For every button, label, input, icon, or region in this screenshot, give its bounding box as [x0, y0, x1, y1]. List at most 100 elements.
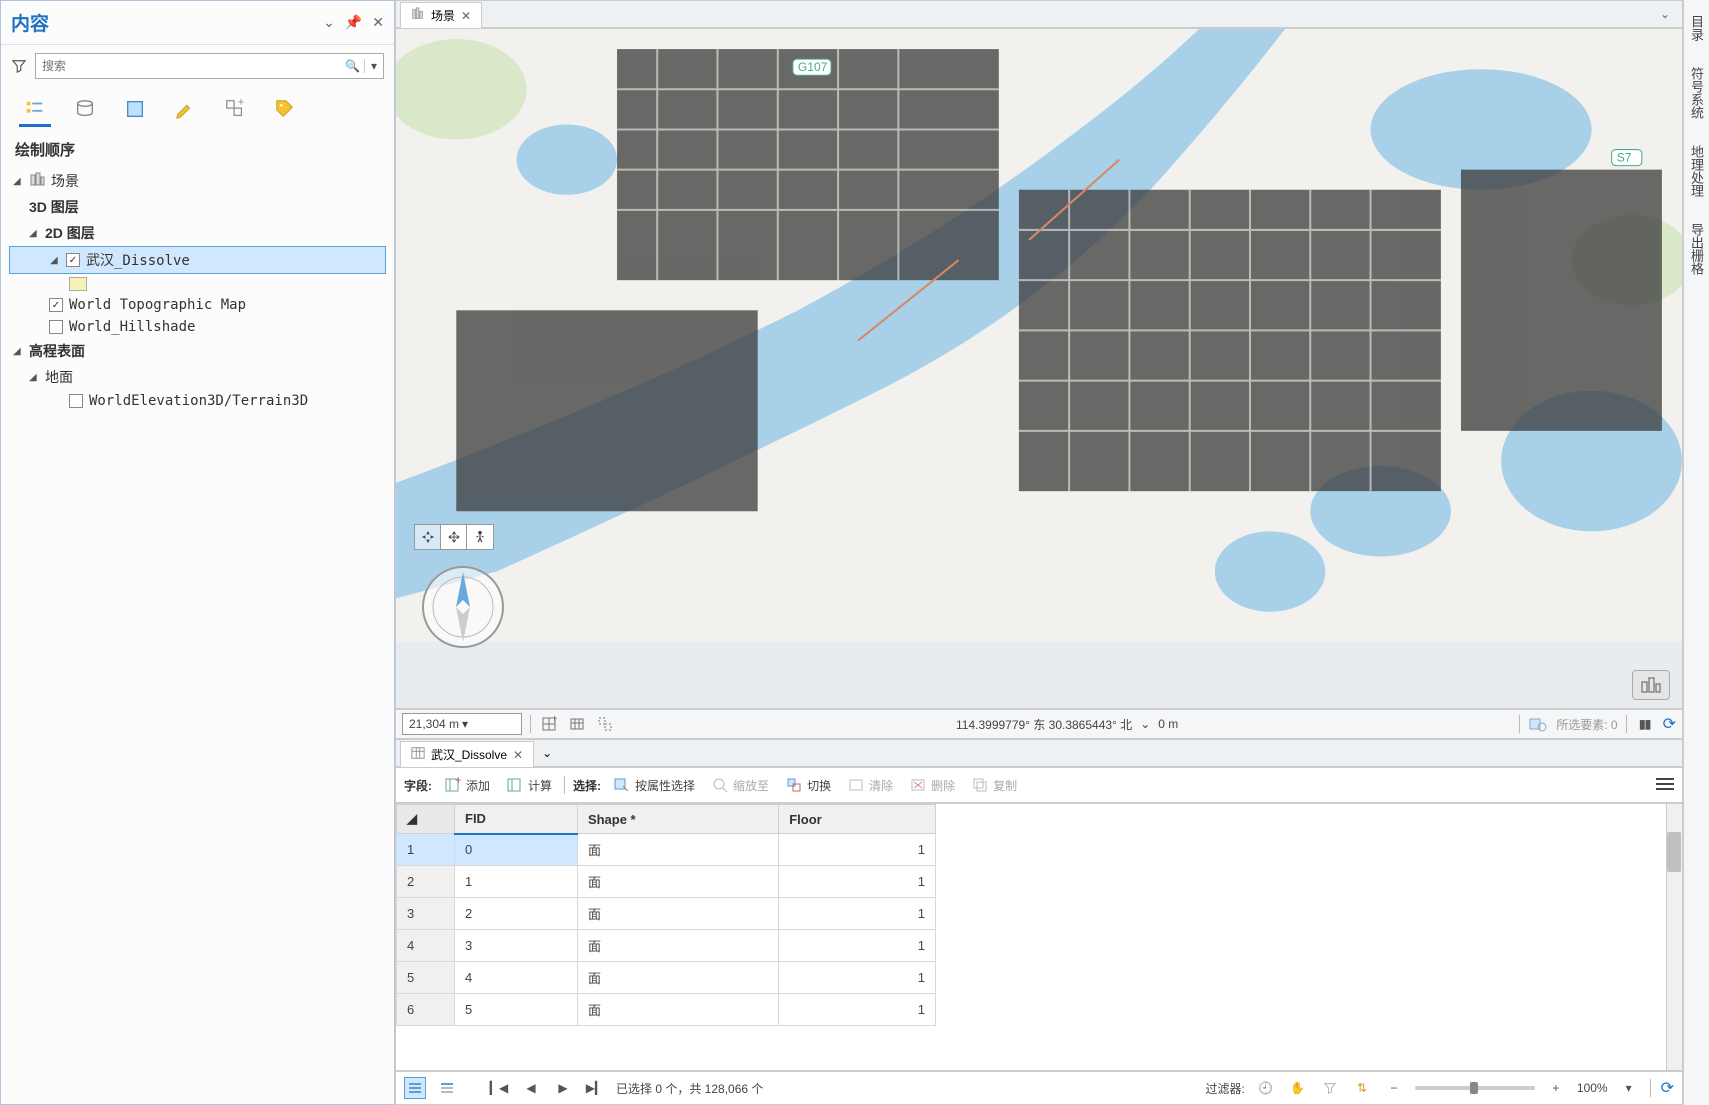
list-drawing-order-icon[interactable]: [19, 93, 51, 127]
layer-dissolve-symbol[interactable]: [9, 274, 386, 294]
dropdown-caret-icon[interactable]: ⌄: [323, 14, 335, 31]
layer-checkbox[interactable]: [66, 253, 80, 267]
filter-time-icon[interactable]: 🕘: [1255, 1077, 1277, 1099]
cell-shape[interactable]: 面: [577, 834, 778, 866]
cell-shape[interactable]: 面: [577, 994, 778, 1026]
layer-hillshade[interactable]: World_Hillshade: [9, 316, 386, 338]
vtab-geoprocessing[interactable]: 地理处理: [1684, 134, 1709, 208]
search-box[interactable]: 🔍 ▾: [35, 53, 384, 79]
calculate-field-button[interactable]: 计算: [502, 774, 556, 796]
scrollbar-thumb[interactable]: [1667, 832, 1681, 872]
col-fid[interactable]: FID: [455, 805, 578, 834]
refresh-icon[interactable]: ⟳: [1661, 1078, 1674, 1098]
layer-dissolve[interactable]: ◢ 武汉_Dissolve: [9, 246, 386, 274]
elevation-surfaces-node[interactable]: ◢ 高程表面: [9, 338, 386, 364]
clear-selection-button[interactable]: 清除: [843, 774, 897, 796]
copy-selection-button[interactable]: 复制: [967, 774, 1021, 796]
cell-fid[interactable]: 4: [455, 962, 578, 994]
cell-floor[interactable]: 1: [779, 898, 936, 930]
cell-floor[interactable]: 1: [779, 866, 936, 898]
cell-shape[interactable]: 面: [577, 930, 778, 962]
table-row[interactable]: 10面1: [397, 834, 936, 866]
3d-layers-node[interactable]: 3D 图层: [9, 194, 386, 220]
close-icon[interactable]: ✕: [513, 748, 523, 762]
tab-attribute-table[interactable]: 武汉_Dissolve ✕: [400, 741, 534, 767]
collapse-icon[interactable]: ◢: [29, 228, 39, 239]
filter-arrows-icon[interactable]: ⇅: [1351, 1077, 1373, 1099]
ground-node[interactable]: ◢ 地面: [9, 364, 386, 390]
table-row[interactable]: 65面1: [397, 994, 936, 1026]
vtab-catalog[interactable]: 目录: [1684, 4, 1709, 52]
attribute-table[interactable]: ◢ FID Shape * Floor 10面121面132面143面154面1…: [395, 803, 1683, 1071]
cell-floor[interactable]: 1: [779, 962, 936, 994]
last-record-icon[interactable]: ▶▎: [584, 1077, 606, 1099]
refresh-icon[interactable]: ⟳: [1663, 714, 1676, 734]
collapse-icon[interactable]: ◢: [13, 346, 23, 357]
prev-record-icon[interactable]: ◀: [520, 1077, 542, 1099]
zoom-slider[interactable]: [1415, 1086, 1535, 1090]
row-number[interactable]: 6: [397, 994, 455, 1026]
cell-shape[interactable]: 面: [577, 962, 778, 994]
cell-shape[interactable]: 面: [577, 866, 778, 898]
map-viewport[interactable]: G107 S7: [395, 28, 1683, 709]
zoom-thumb[interactable]: [1470, 1082, 1478, 1094]
table-row[interactable]: 43面1: [397, 930, 936, 962]
menu-icon[interactable]: [1656, 777, 1674, 794]
delete-selection-button[interactable]: 删除: [905, 774, 959, 796]
chevron-down-icon[interactable]: ▾: [1618, 1077, 1640, 1099]
2d-layers-node[interactable]: ◢ 2D 图层: [9, 220, 386, 246]
cell-fid[interactable]: 3: [455, 930, 578, 962]
pause-icon[interactable]: ▮▮: [1635, 714, 1655, 734]
cell-fid[interactable]: 0: [455, 834, 578, 866]
layer-topographic[interactable]: World Topographic Map: [9, 294, 386, 316]
collapse-icon[interactable]: ◢: [13, 176, 23, 187]
table-icon[interactable]: [567, 714, 587, 734]
cell-fid[interactable]: 1: [455, 866, 578, 898]
row-number[interactable]: 4: [397, 930, 455, 962]
chevron-down-icon[interactable]: ⌄: [1140, 717, 1150, 731]
tab-dropdown-icon[interactable]: ⌄: [1652, 7, 1678, 21]
row-header-corner[interactable]: ◢: [397, 805, 455, 834]
next-record-icon[interactable]: ▶: [552, 1077, 574, 1099]
tab-dropdown-icon[interactable]: ⌄: [542, 746, 552, 760]
search-input[interactable]: [42, 59, 345, 73]
col-shape[interactable]: Shape *: [577, 805, 778, 834]
row-number[interactable]: 1: [397, 834, 455, 866]
zoom-out-icon[interactable]: −: [1383, 1077, 1405, 1099]
explore-tool-icon[interactable]: [415, 525, 441, 549]
scene-node[interactable]: ◢ 场景: [9, 168, 386, 194]
chevron-down-icon[interactable]: ▾: [462, 717, 515, 731]
cell-floor[interactable]: 1: [779, 834, 936, 866]
table-scrollbar[interactable]: [1666, 804, 1682, 1070]
grid-icon[interactable]: +: [539, 714, 559, 734]
collapse-icon[interactable]: ◢: [29, 372, 39, 383]
pin-icon[interactable]: 📌: [345, 14, 362, 31]
list-labeling-icon[interactable]: [269, 93, 301, 127]
filter-icon[interactable]: [11, 58, 27, 74]
layer-checkbox[interactable]: [49, 298, 63, 312]
selection-chip-icon[interactable]: [1528, 714, 1548, 734]
row-number[interactable]: 5: [397, 962, 455, 994]
list-editing-icon[interactable]: [169, 93, 201, 127]
switch-selection-button[interactable]: 切换: [781, 774, 835, 796]
terrain3d-layer[interactable]: WorldElevation3D/Terrain3D: [9, 390, 386, 412]
list-snapping-icon[interactable]: +: [219, 93, 251, 127]
row-number[interactable]: 3: [397, 898, 455, 930]
snapping-icon[interactable]: [595, 714, 615, 734]
vtab-export[interactable]: 导出栅格: [1684, 212, 1709, 286]
table-row[interactable]: 54面1: [397, 962, 936, 994]
layer-checkbox[interactable]: [69, 394, 83, 408]
walk-tool-icon[interactable]: [467, 525, 493, 549]
list-selection-icon[interactable]: [119, 93, 151, 127]
filter-extent-icon[interactable]: ✋: [1287, 1077, 1309, 1099]
first-record-icon[interactable]: ▎◀: [488, 1077, 510, 1099]
show-selected-records-icon[interactable]: [436, 1077, 458, 1099]
row-number[interactable]: 2: [397, 866, 455, 898]
close-icon[interactable]: ✕: [461, 9, 471, 23]
table-row[interactable]: 21面1: [397, 866, 936, 898]
filter-funnel-icon[interactable]: [1319, 1077, 1341, 1099]
select-by-attributes-button[interactable]: 按属性选择: [609, 774, 699, 796]
compass-icon[interactable]: [418, 562, 508, 652]
scale-input[interactable]: 21,304 m ▾: [402, 713, 522, 735]
cell-shape[interactable]: 面: [577, 898, 778, 930]
